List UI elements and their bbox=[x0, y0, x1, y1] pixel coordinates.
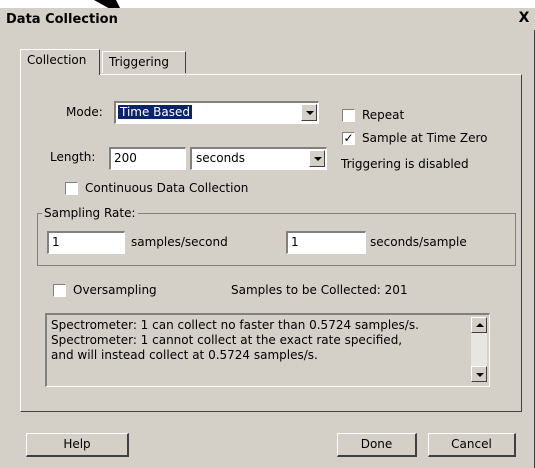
close-button[interactable]: X bbox=[517, 11, 531, 25]
samples-per-second-input[interactable]: 1 bbox=[47, 231, 125, 254]
window-title: Data Collection bbox=[6, 12, 118, 27]
sampling-rate-title: Sampling Rate: bbox=[42, 206, 138, 220]
seconds-per-sample-label: seconds/sample bbox=[370, 235, 467, 249]
tab-triggering[interactable]: Triggering bbox=[102, 51, 186, 73]
continuous-label: Continuous Data Collection bbox=[85, 181, 249, 195]
mode-label: Mode: bbox=[66, 105, 103, 119]
scroll-up-icon[interactable] bbox=[471, 317, 487, 333]
sample-at-time-zero-label: Sample at Time Zero bbox=[362, 131, 488, 145]
repeat-checkbox[interactable] bbox=[342, 109, 355, 122]
repeat-label: Repeat bbox=[362, 108, 405, 122]
mode-value: Time Based bbox=[118, 105, 193, 119]
cancel-button[interactable]: Cancel bbox=[428, 433, 516, 457]
triggering-status: Triggering is disabled bbox=[341, 157, 469, 171]
message-scrollbar[interactable] bbox=[471, 317, 487, 382]
message-line: Spectrometer: 1 cannot collect at the ex… bbox=[51, 333, 403, 347]
message-box: Spectrometer: 1 can collect no faster th… bbox=[45, 313, 490, 387]
continuous-checkbox[interactable] bbox=[65, 182, 78, 195]
done-button[interactable]: Done bbox=[337, 433, 417, 457]
message-line: Spectrometer: 1 can collect no faster th… bbox=[51, 318, 419, 332]
help-button[interactable]: Help bbox=[26, 433, 129, 457]
length-unit-select[interactable]: seconds bbox=[190, 147, 327, 170]
length-unit-value: seconds bbox=[196, 151, 246, 165]
samples-per-second-label: samples/second bbox=[131, 235, 228, 249]
length-label: Length: bbox=[50, 150, 96, 164]
scroll-down-icon[interactable] bbox=[471, 366, 487, 382]
tab-collection[interactable]: Collection bbox=[20, 49, 100, 75]
sample-at-time-zero-checkbox[interactable]: ✓ bbox=[342, 132, 355, 145]
message-line: and will instead collect at 0.5724 sampl… bbox=[51, 348, 318, 362]
oversampling-label: Oversampling bbox=[73, 283, 157, 297]
mode-select[interactable]: Time Based bbox=[114, 101, 319, 124]
samples-to-collect: Samples to be Collected: 201 bbox=[231, 283, 408, 297]
title-bar: Data Collection X bbox=[0, 8, 535, 30]
length-input[interactable]: 200 bbox=[109, 147, 186, 170]
oversampling-checkbox[interactable] bbox=[53, 284, 66, 297]
seconds-per-sample-input[interactable]: 1 bbox=[286, 231, 366, 254]
chevron-down-icon[interactable] bbox=[309, 150, 325, 167]
chevron-down-icon[interactable] bbox=[301, 104, 317, 121]
data-collection-dialog: Data Collection X Collection Triggering … bbox=[0, 8, 535, 468]
